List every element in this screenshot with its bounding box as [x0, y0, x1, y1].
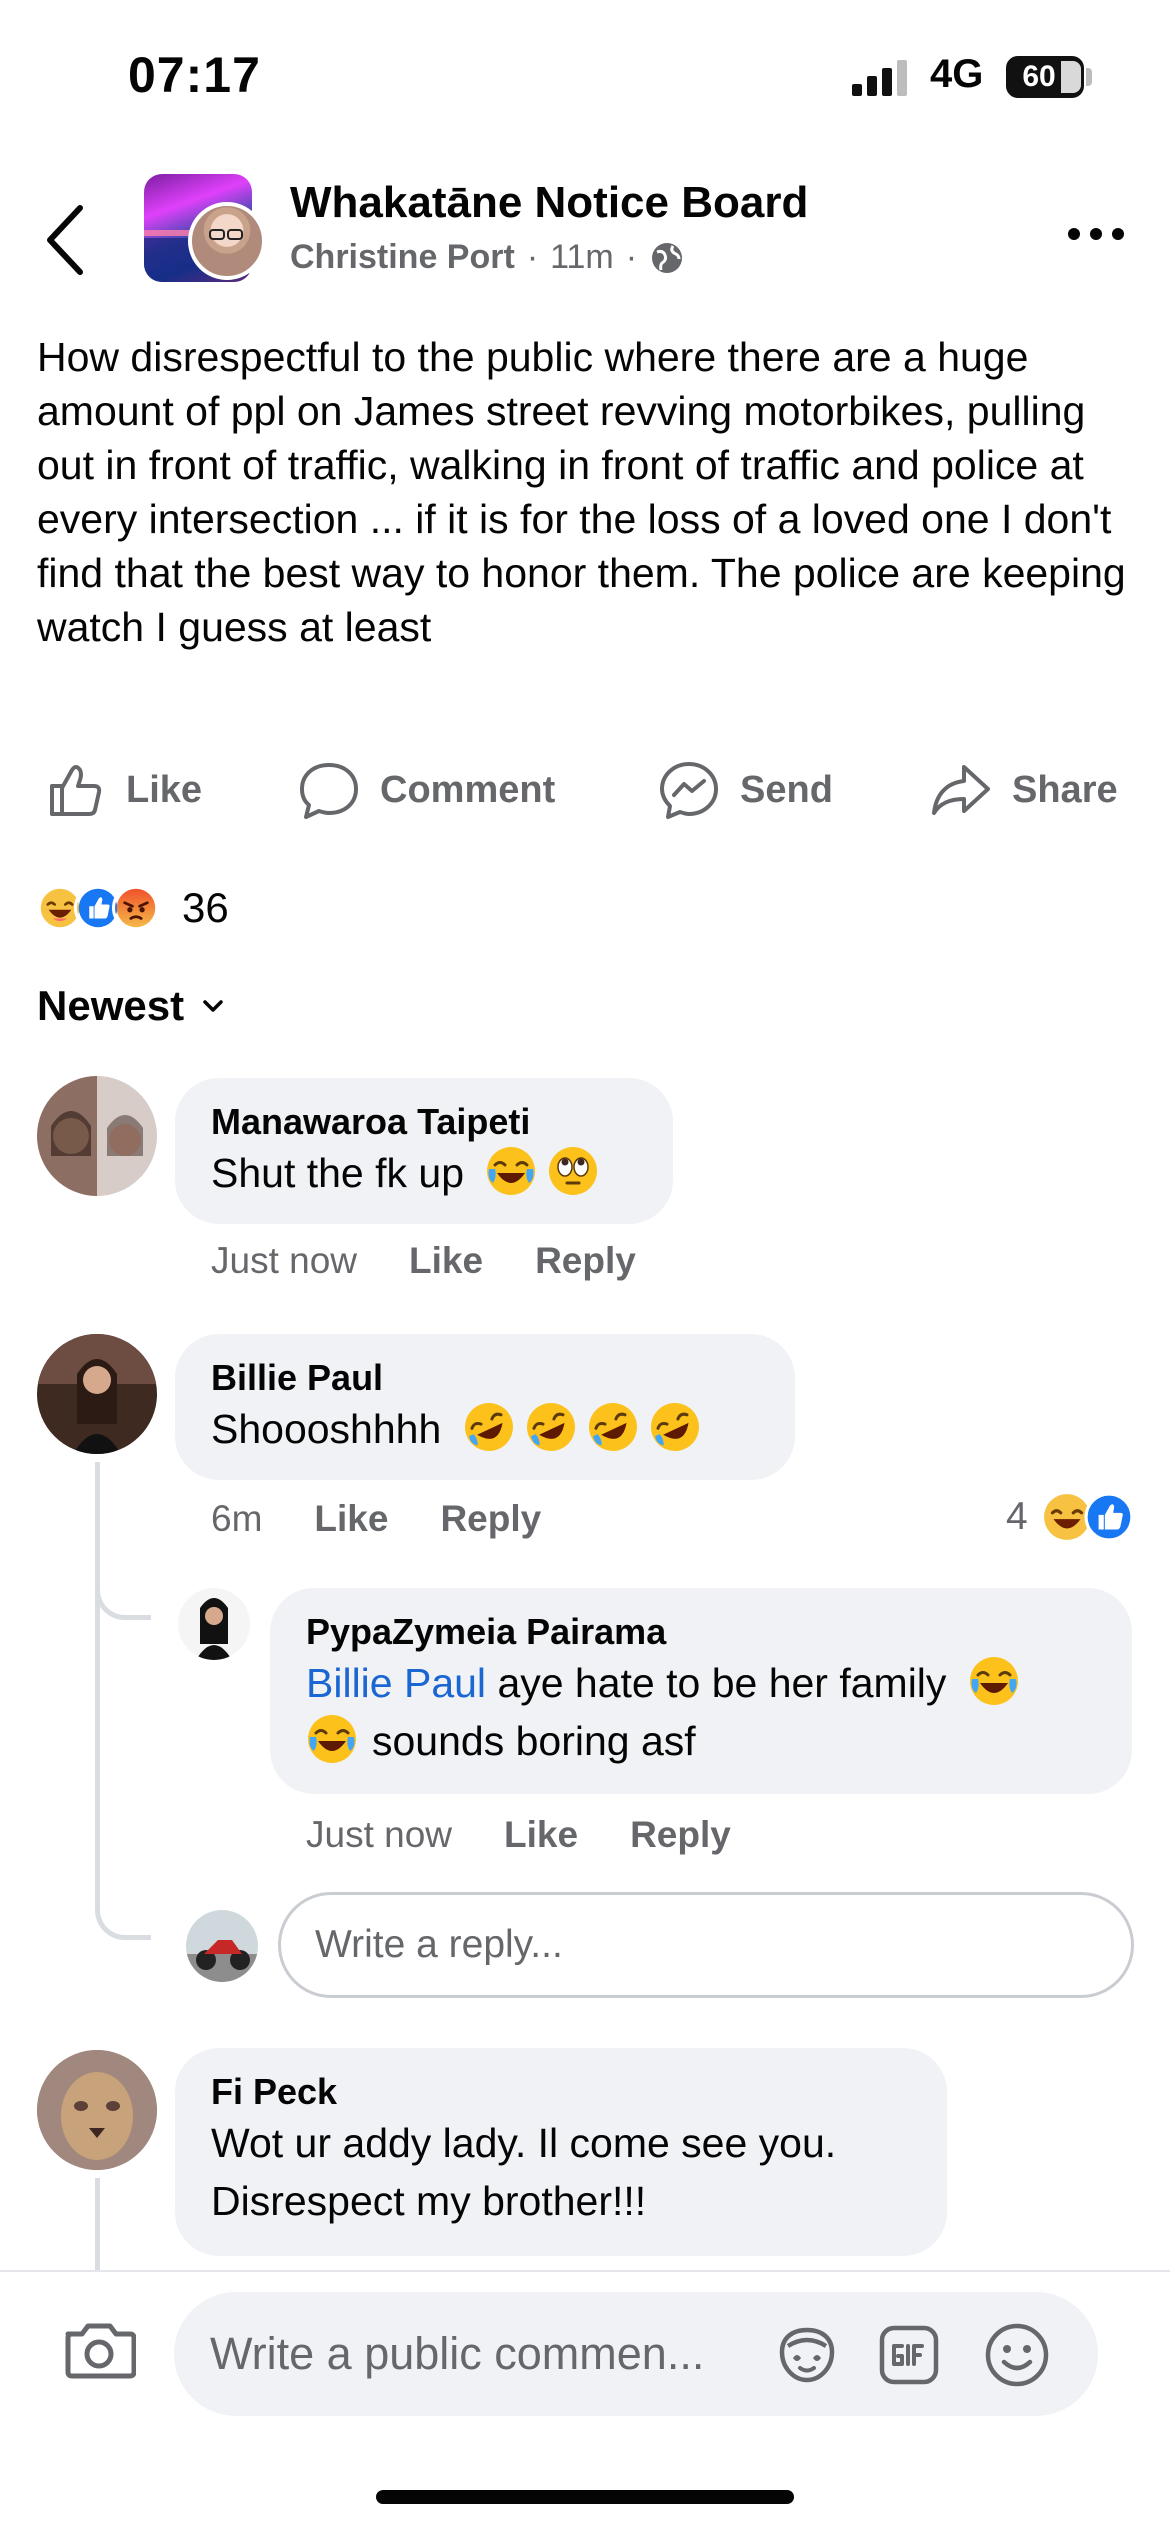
- cellular-signal-icon: [852, 58, 908, 96]
- like-button[interactable]: Like: [46, 752, 202, 828]
- post-action-bar: Like Comment Send Share: [0, 752, 1170, 828]
- comment-like-button[interactable]: Like: [314, 1498, 388, 1540]
- reply-text: Billie Paul aye hate to be her family: [306, 1654, 1096, 1712]
- comment-actions: Just now Like Reply: [211, 1240, 636, 1282]
- comment-text: Disrespect my brother!!!: [211, 2178, 647, 2224]
- reply-input-placeholder: Write a reply...: [315, 1923, 563, 1966]
- comment-reply-button[interactable]: Reply: [440, 1498, 541, 1540]
- comment-bubble[interactable]: Manawaroa Taipeti Shut the fk up: [175, 1078, 673, 1224]
- rofl-emoji-icon: [526, 1403, 575, 1451]
- status-time: 07:17: [128, 47, 261, 103]
- battery-icon: 60: [1006, 56, 1084, 98]
- comment-text: Shut the fk up: [211, 1144, 637, 1202]
- separator: ·: [526, 238, 539, 276]
- separator: ·: [625, 238, 638, 276]
- send-label: Send: [740, 768, 833, 811]
- mention-link[interactable]: Billie Paul: [306, 1660, 486, 1706]
- comment-like-button[interactable]: Like: [409, 1240, 483, 1282]
- like-reaction-icon: [1084, 1492, 1134, 1542]
- chevron-left-icon: [47, 205, 83, 275]
- comment-sort-dropdown[interactable]: Newest: [37, 982, 224, 1030]
- camera-icon: [65, 2323, 137, 2379]
- comment-reaction-count: 4: [1006, 1495, 1028, 1538]
- comment-reaction-badge[interactable]: 4: [1006, 1492, 1134, 1542]
- comment-bubble[interactable]: Fi Peck Wot ur addy lady. Il come see yo…: [175, 2048, 947, 2256]
- rofl-emoji-icon: [650, 1403, 699, 1451]
- share-label: Share: [1012, 768, 1118, 811]
- emoji-smiley-icon[interactable]: [984, 2322, 1050, 2388]
- comment-bubble[interactable]: Billie Paul Shoooshhhh: [175, 1334, 795, 1480]
- commenter-avatar[interactable]: [37, 1076, 157, 1196]
- commenter-name[interactable]: Fi Peck: [211, 2070, 911, 2114]
- reply-time[interactable]: Just now: [306, 1814, 452, 1856]
- angry-reaction-icon: [112, 884, 160, 932]
- my-avatar[interactable]: [186, 1910, 258, 1982]
- reply-actions: Just now Like Reply: [306, 1814, 731, 1856]
- author-name[interactable]: Christine Port: [290, 238, 515, 277]
- post-meta: Christine Port · 11m ·: [290, 238, 685, 277]
- status-bar: 07:17 4G 60: [0, 0, 1170, 150]
- battery-nub: [1086, 68, 1092, 86]
- reply-bubble[interactable]: PypaZymeia Pairama Billie Paul aye hate …: [270, 1588, 1132, 1794]
- share-arrow-icon: [932, 765, 990, 815]
- sort-label: Newest: [37, 982, 185, 1029]
- avatar-sticker-icon[interactable]: [774, 2324, 840, 2386]
- home-indicator: [376, 2490, 794, 2504]
- rofl-emoji-icon: [588, 1403, 637, 1451]
- comment-input-placeholder: Write a public commen...: [210, 2328, 705, 2379]
- reaction-count: 36: [182, 884, 229, 931]
- replier-avatar[interactable]: [178, 1588, 250, 1660]
- reply-like-button[interactable]: Like: [504, 1814, 578, 1856]
- more-options-button[interactable]: [1066, 222, 1126, 246]
- share-button[interactable]: Share: [930, 752, 1118, 828]
- comment-time[interactable]: Just now: [211, 1240, 357, 1282]
- comment-button[interactable]: Comment: [298, 752, 555, 828]
- thread-connector: [95, 1560, 151, 1620]
- public-comment-input[interactable]: Write a public commen...: [174, 2292, 1098, 2416]
- thread-line: [95, 2178, 100, 2272]
- reply-input[interactable]: Write a reply...: [278, 1892, 1134, 1998]
- commenter-avatar[interactable]: [37, 1334, 157, 1454]
- comment-reply-button[interactable]: Reply: [535, 1240, 636, 1282]
- replier-name[interactable]: PypaZymeia Pairama: [306, 1610, 1096, 1654]
- like-label: Like: [126, 768, 203, 811]
- network-type: 4G: [930, 52, 984, 96]
- battery-level: 60: [1022, 60, 1056, 93]
- back-button[interactable]: [40, 200, 100, 280]
- reply-reply-button[interactable]: Reply: [630, 1814, 731, 1856]
- post-text: How disrespectful to the public where th…: [37, 334, 1126, 650]
- commenter-name[interactable]: Manawaroa Taipeti: [211, 1100, 637, 1144]
- commenter-avatar[interactable]: [37, 2050, 157, 2170]
- comment-text: Shoooshhhh: [211, 1400, 759, 1458]
- camera-button[interactable]: [62, 2318, 137, 2385]
- comment-actions: 6m Like Reply: [211, 1498, 541, 1540]
- author-avatar[interactable]: [188, 202, 266, 280]
- thumbs-up-icon: [50, 765, 102, 816]
- group-name[interactable]: Whakatāne Notice Board: [290, 178, 808, 228]
- send-button[interactable]: Send: [658, 752, 833, 828]
- rofl-emoji-icon: [464, 1403, 513, 1451]
- thread-connector: [95, 1840, 151, 1940]
- comment-time[interactable]: 6m: [211, 1498, 262, 1540]
- comment-bubble-icon: [300, 763, 358, 819]
- joy-emoji-icon: [308, 1715, 356, 1763]
- reactions-summary[interactable]: 36: [36, 880, 229, 936]
- eye-roll-emoji-icon: [549, 1147, 598, 1195]
- messenger-icon: [660, 762, 718, 819]
- globe-icon: [652, 242, 683, 273]
- gif-icon[interactable]: [878, 2324, 940, 2386]
- joy-emoji-icon: [969, 1657, 1018, 1705]
- comment-label: Comment: [380, 768, 556, 811]
- chevron-down-icon: [203, 1000, 223, 1012]
- commenter-name[interactable]: Billie Paul: [211, 1356, 759, 1400]
- joy-emoji-icon: [487, 1147, 536, 1195]
- post-time[interactable]: 11m: [550, 238, 614, 277]
- reply-text: sounds boring asf: [306, 1712, 1096, 1770]
- comment-text: Wot ur addy lady. Il come see you.: [211, 2120, 837, 2166]
